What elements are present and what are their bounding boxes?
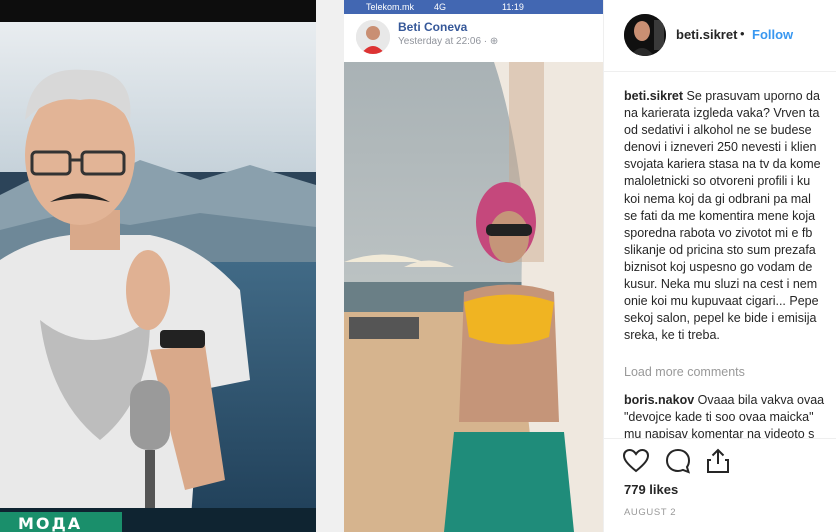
caption-line: slikanje od pricina sto sum prezafa [624,242,816,257]
post-media[interactable]: МОДА Telekom.mk 4G 11:19 Beti Coneva Yes… [0,0,603,532]
comments-section[interactable]: beti.sikret Se prasuvam uporno da na kar… [604,72,836,438]
caption-line: kusur. Neka mu sluzi na cest i nem [624,277,818,292]
caption-line: onie koi mu kupuvaat cigari... Pepe [624,294,819,309]
facebook-post-header: Beti Coneva Yesterday at 22:06 · ⊕ [344,14,603,62]
caption-line: na karierata izgleda vaka? Vrven ta [624,106,820,121]
caption-line: denovi i izneveri 250 nevesti i klien [624,140,817,155]
comment: boris.nakov Ovaaa bila vakva ovaa "devoj… [624,392,836,438]
follow-button[interactable]: Follow [752,27,793,42]
comment-icon[interactable] [664,447,692,475]
facebook-screenshot-image: Telekom.mk 4G 11:19 Beti Coneva Yesterda… [344,0,603,532]
post-caption: beti.sikret Se prasuvam uporno da na kar… [624,88,836,344]
facebook-author-name: Beti Coneva [398,20,468,34]
caption-line: biznisot koj uspesno go vodam de [624,259,813,274]
caption-line: sporedna rabota vo zivotot mi e fb [624,225,813,240]
comment-line: "devojce kade ti soo ovaa maicka" [624,410,814,424]
post-header: beti.sikret • Follow [604,0,836,72]
tv-top-bar [0,0,316,22]
post-sidebar: beti.sikret • Follow beti.sikret Se pras… [603,0,836,532]
beach-photo [344,62,603,532]
status-time: 11:19 [502,2,524,12]
tv-channel-badge: МОДА [0,512,122,532]
share-icon[interactable] [704,447,732,475]
media-divider [316,0,344,532]
caption-line: maloletnicki so otvoreni profili i ku [624,174,811,189]
facebook-post-time: Yesterday at 22:06 · ⊕ [398,36,499,47]
caption-line: se fati da me komentira mene koja [624,208,816,223]
caption-line: svojata kariera stasa na tv da kome [624,157,821,172]
caption-line: sekoj salon, pepel ke bide i emisija [624,311,817,326]
phone-status-bar: Telekom.mk 4G 11:19 [344,0,603,14]
tv-screenshot-image: МОДА [0,0,316,532]
comment-line: mu napisav komentar na videoto s [624,427,815,438]
comment-text: Ovaaa bila vakva ovaa [694,393,825,407]
status-carrier: Telekom.mk [366,2,415,12]
likes-count[interactable]: 779 likes [624,482,678,497]
caption-text: Se prasuvam uporno da [683,89,820,103]
post-date[interactable]: AUGUST 2 [624,507,676,518]
status-network: 4G [434,2,447,12]
user-avatar[interactable] [624,14,666,56]
header-separator: • [740,26,745,41]
caption-line: beti.sikret Se prasuvam uporno da [624,88,836,105]
comment-username[interactable]: boris.nakov [624,393,694,407]
load-more-comments-button[interactable]: Load more comments [624,365,745,379]
comment-line: boris.nakov Ovaaa bila vakva ovaa [624,392,836,409]
header-username[interactable]: beti.sikret [676,27,737,42]
caption-username[interactable]: beti.sikret [624,89,683,103]
caption-line: od sedativi i alkohol ne se budese [624,123,812,138]
caption-line: koi nema koj da gi odbrani pa mal [624,191,811,206]
post-actions: 779 likes AUGUST 2 [604,438,836,532]
heart-icon[interactable] [622,447,650,475]
facebook-avatar [356,20,390,54]
caption-line: sreka, ke ti treba. [624,328,720,343]
